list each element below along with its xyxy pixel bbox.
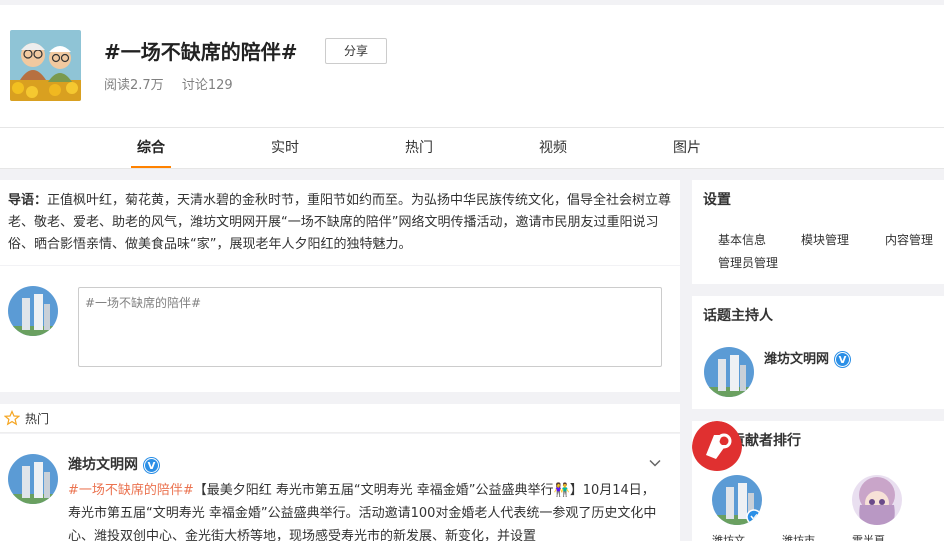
topic-lead: 导语：正值枫叶红，菊花黄，天清水碧的金秋时节，重阳节如约而至。为弘扬中华民族传统… [0, 180, 680, 265]
topic-cover-image [10, 30, 81, 101]
host-avatar[interactable] [704, 347, 754, 397]
settings-card: 设置 基本信息 模块管理 内容管理 管理员管理 [692, 180, 944, 284]
contributor-avatar-2[interactable] [692, 421, 742, 475]
settings-basic-info-link[interactable]: 基本信息 [718, 231, 766, 248]
tab-realtime[interactable]: 实时 [255, 128, 315, 168]
tab-bar: 综合 实时 热门 视频 图片 [0, 127, 944, 169]
contributor-name-1[interactable]: 潍坊文... [712, 532, 756, 541]
lead-text: 正值枫叶红，菊花黄，天清水碧的金秋时节，重阳节如约而至。为弘扬中华民族传统文化，… [8, 193, 672, 252]
contributor-ranking-card: 话题贡献者排行 潍坊文... 潍坊市... 雪半夏 [692, 421, 944, 541]
hot-label: 热门 [25, 412, 50, 426]
star-icon [4, 410, 20, 426]
lead-prefix: 导语： [8, 193, 48, 208]
hot-section-header: 热门 [0, 404, 680, 433]
author-avatar[interactable] [8, 454, 58, 504]
verified-badge-icon: V [144, 457, 159, 473]
host-name-text[interactable]: 潍坊文明网 [764, 352, 829, 367]
topic-title: #一场不缺席的陪伴# [104, 40, 298, 64]
author-name-text[interactable]: 潍坊文明网 [68, 457, 138, 473]
contributor-avatar-1[interactable] [712, 475, 762, 525]
settings-content-manage-link[interactable]: 内容管理 [885, 231, 933, 248]
composer: #一场不缺席的陪伴# [0, 266, 680, 392]
user-avatar [8, 286, 58, 336]
verified-badge-icon: V [835, 352, 851, 367]
read-count: 阅读2.7万 [104, 78, 164, 93]
share-button[interactable]: 分享 [325, 38, 387, 64]
topic-header: #一场不缺席的陪伴# 分享 阅读2.7万 讨论129 [0, 5, 944, 127]
settings-admin-manage-link[interactable]: 管理员管理 [718, 254, 778, 271]
tab-hot[interactable]: 热门 [389, 128, 449, 168]
feed-post: 潍坊文明网 V #一场不缺席的陪伴#【最美夕阳红 寿光市第五届“文明寿光 幸福金婚… [0, 434, 680, 541]
contributor-name-2[interactable]: 潍坊市... [782, 532, 826, 541]
settings-title: 设置 [703, 192, 731, 208]
discussion-count: 讨论129 [181, 78, 233, 93]
post-author-name[interactable]: 潍坊文明网 V [68, 454, 159, 474]
host-card: 话题主持人 潍坊文明网 V [692, 296, 944, 409]
tab-comprehensive[interactable]: 综合 [121, 128, 181, 168]
tab-video[interactable]: 视频 [523, 128, 583, 168]
contributor-avatar-3[interactable] [852, 475, 902, 525]
settings-module-manage-link[interactable]: 模块管理 [801, 231, 849, 248]
post-topic-tag[interactable]: #一场不缺席的陪伴# [68, 483, 194, 498]
host-title: 话题主持人 [703, 308, 773, 324]
chevron-down-icon[interactable] [648, 456, 662, 470]
tab-pictures[interactable]: 图片 [657, 128, 717, 168]
post-content: #一场不缺席的陪伴#【最美夕阳红 寿光市第五届“文明寿光 幸福金婚”公益盛典举行… [68, 479, 664, 541]
contributor-name-3[interactable]: 雪半夏 [852, 532, 885, 541]
topic-stats: 阅读2.7万 讨论129 [104, 77, 247, 95]
host-name[interactable]: 潍坊文明网 V [764, 348, 851, 367]
composer-input[interactable]: #一场不缺席的陪伴# [78, 287, 662, 367]
